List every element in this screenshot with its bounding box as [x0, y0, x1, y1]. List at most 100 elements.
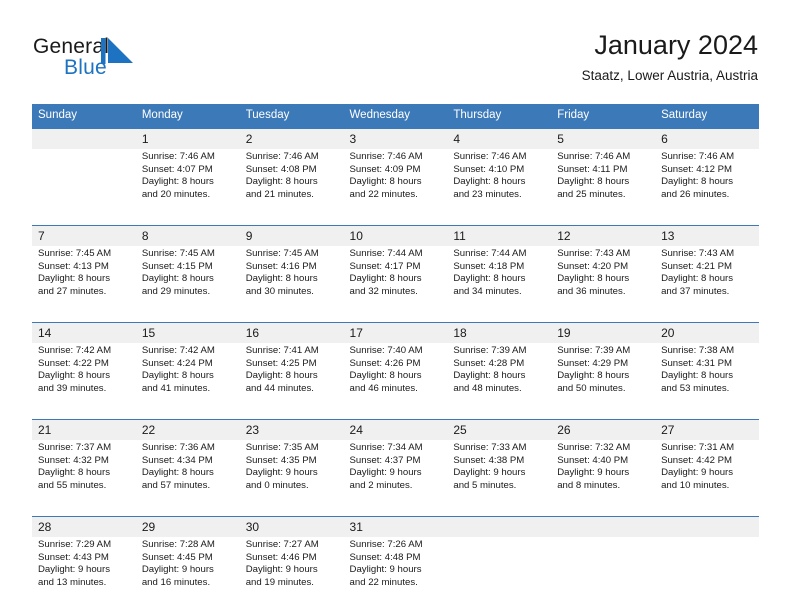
day-detail-cell[interactable]: Sunrise: 7:32 AMSunset: 4:40 PMDaylight:… [551, 440, 655, 517]
day-number-cell[interactable]: 13 [655, 226, 759, 247]
brand-logo[interactable]: General Blue [33, 36, 243, 88]
day-daylight-line1-text: Daylight: 8 hours [350, 176, 444, 189]
day-sunrise-text: Sunrise: 7:39 AM [557, 345, 651, 358]
day-number-cell[interactable]: 25 [447, 420, 551, 441]
day-sunrise-text: Sunrise: 7:46 AM [557, 151, 651, 164]
day-number-cell[interactable]: 22 [136, 420, 240, 441]
day-detail-cell[interactable]: Sunrise: 7:34 AMSunset: 4:37 PMDaylight:… [344, 440, 448, 517]
day-sunset-text: Sunset: 4:25 PM [246, 358, 340, 371]
day-number-cell[interactable]: 30 [240, 517, 344, 538]
day-daylight-line2-text: and 48 minutes. [453, 383, 547, 396]
day-detail-cell[interactable]: Sunrise: 7:36 AMSunset: 4:34 PMDaylight:… [136, 440, 240, 517]
day-number-cell[interactable]: 6 [655, 129, 759, 150]
day-number-cell[interactable]: 16 [240, 323, 344, 344]
day-detail-cell[interactable]: Sunrise: 7:42 AMSunset: 4:24 PMDaylight:… [136, 343, 240, 420]
day-number-cell[interactable]: 9 [240, 226, 344, 247]
calendar-container: Sunday Monday Tuesday Wednesday Thursday… [32, 104, 759, 613]
day-detail-cell[interactable]: Sunrise: 7:46 AMSunset: 4:10 PMDaylight:… [447, 149, 551, 226]
brand-name-general: General [33, 36, 109, 57]
day-detail-cell[interactable]: Sunrise: 7:37 AMSunset: 4:32 PMDaylight:… [32, 440, 136, 517]
day-sunrise-text: Sunrise: 7:42 AM [38, 345, 132, 358]
day-number-cell[interactable]: 3 [344, 129, 448, 150]
day-sunrise-text: Sunrise: 7:46 AM [142, 151, 236, 164]
day-daylight-line2-text: and 8 minutes. [557, 480, 651, 493]
day-number-cell[interactable]: 17 [344, 323, 448, 344]
day-sunset-text: Sunset: 4:18 PM [453, 261, 547, 274]
day-detail-cell[interactable]: Sunrise: 7:42 AMSunset: 4:22 PMDaylight:… [32, 343, 136, 420]
day-detail-cell[interactable]: Sunrise: 7:46 AMSunset: 4:11 PMDaylight:… [551, 149, 655, 226]
day-number-cell[interactable]: 10 [344, 226, 448, 247]
calendar-table: Sunday Monday Tuesday Wednesday Thursday… [32, 104, 759, 613]
day-daylight-line2-text: and 5 minutes. [453, 480, 547, 493]
day-detail-cell[interactable]: Sunrise: 7:31 AMSunset: 4:42 PMDaylight:… [655, 440, 759, 517]
day-detail-cell[interactable]: Sunrise: 7:33 AMSunset: 4:38 PMDaylight:… [447, 440, 551, 517]
day-daylight-line2-text: and 22 minutes. [350, 189, 444, 202]
day-number-cell[interactable]: 23 [240, 420, 344, 441]
day-daylight-line1-text: Daylight: 8 hours [246, 370, 340, 383]
day-detail-cell[interactable]: Sunrise: 7:45 AMSunset: 4:13 PMDaylight:… [32, 246, 136, 323]
day-number-cell[interactable]: 2 [240, 129, 344, 150]
day-detail-cell[interactable]: Sunrise: 7:38 AMSunset: 4:31 PMDaylight:… [655, 343, 759, 420]
day-detail-cell[interactable]: Sunrise: 7:29 AMSunset: 4:43 PMDaylight:… [32, 537, 136, 613]
day-detail-cell[interactable]: Sunrise: 7:45 AMSunset: 4:16 PMDaylight:… [240, 246, 344, 323]
day-detail-cell[interactable]: Sunrise: 7:39 AMSunset: 4:29 PMDaylight:… [551, 343, 655, 420]
day-number-cell[interactable]: 26 [551, 420, 655, 441]
day-sunrise-text: Sunrise: 7:29 AM [38, 539, 132, 552]
day-detail-cell[interactable]: Sunrise: 7:44 AMSunset: 4:18 PMDaylight:… [447, 246, 551, 323]
day-number-cell[interactable]: 14 [32, 323, 136, 344]
day-detail-cell[interactable]: Sunrise: 7:43 AMSunset: 4:21 PMDaylight:… [655, 246, 759, 323]
day-detail-cell[interactable]: Sunrise: 7:26 AMSunset: 4:48 PMDaylight:… [344, 537, 448, 613]
day-sunset-text: Sunset: 4:38 PM [453, 455, 547, 468]
day-daylight-line2-text: and 57 minutes. [142, 480, 236, 493]
day-sunset-text: Sunset: 4:45 PM [142, 552, 236, 565]
day-number-cell[interactable]: 1 [136, 129, 240, 150]
day-daylight-line1-text: Daylight: 8 hours [453, 370, 547, 383]
page-header: General Blue January 2024 Staatz, Lower … [0, 0, 792, 98]
day-number-cell[interactable]: 5 [551, 129, 655, 150]
day-number-cell[interactable]: 15 [136, 323, 240, 344]
day-sunset-text: Sunset: 4:40 PM [557, 455, 651, 468]
day-number-cell[interactable]: 29 [136, 517, 240, 538]
day-detail-cell[interactable]: Sunrise: 7:27 AMSunset: 4:46 PMDaylight:… [240, 537, 344, 613]
day-daylight-line1-text: Daylight: 9 hours [246, 467, 340, 480]
day-sunrise-text: Sunrise: 7:45 AM [38, 248, 132, 261]
day-detail-cell[interactable]: Sunrise: 7:28 AMSunset: 4:45 PMDaylight:… [136, 537, 240, 613]
day-detail-cell[interactable]: Sunrise: 7:44 AMSunset: 4:17 PMDaylight:… [344, 246, 448, 323]
day-detail-cell[interactable]: Sunrise: 7:46 AMSunset: 4:07 PMDaylight:… [136, 149, 240, 226]
day-detail-cell[interactable]: Sunrise: 7:41 AMSunset: 4:25 PMDaylight:… [240, 343, 344, 420]
day-sunset-text: Sunset: 4:29 PM [557, 358, 651, 371]
day-number-cell[interactable]: 27 [655, 420, 759, 441]
day-daylight-line1-text: Daylight: 9 hours [246, 564, 340, 577]
day-daylight-line1-text: Daylight: 9 hours [453, 467, 547, 480]
day-detail-cell[interactable]: Sunrise: 7:39 AMSunset: 4:28 PMDaylight:… [447, 343, 551, 420]
day-detail-cell[interactable]: Sunrise: 7:46 AMSunset: 4:12 PMDaylight:… [655, 149, 759, 226]
day-number-cell[interactable]: 20 [655, 323, 759, 344]
day-number-cell[interactable]: 11 [447, 226, 551, 247]
day-detail-cell[interactable]: Sunrise: 7:45 AMSunset: 4:15 PMDaylight:… [136, 246, 240, 323]
day-number-cell[interactable]: 31 [344, 517, 448, 538]
day-number-cell[interactable]: 24 [344, 420, 448, 441]
day-daylight-line2-text: and 13 minutes. [38, 577, 132, 590]
day-number-cell[interactable]: 4 [447, 129, 551, 150]
day-daylight-line1-text: Daylight: 8 hours [557, 370, 651, 383]
day-number-cell[interactable]: 7 [32, 226, 136, 247]
day-detail-cell[interactable]: Sunrise: 7:46 AMSunset: 4:09 PMDaylight:… [344, 149, 448, 226]
day-number-cell [551, 517, 655, 538]
day-detail-cell[interactable]: Sunrise: 7:43 AMSunset: 4:20 PMDaylight:… [551, 246, 655, 323]
day-number-cell[interactable]: 21 [32, 420, 136, 441]
day-number-cell[interactable]: 28 [32, 517, 136, 538]
day-number-cell[interactable]: 19 [551, 323, 655, 344]
day-sunset-text: Sunset: 4:35 PM [246, 455, 340, 468]
day-number-cell[interactable]: 8 [136, 226, 240, 247]
day-number-cell[interactable]: 18 [447, 323, 551, 344]
day-detail-cell[interactable]: Sunrise: 7:40 AMSunset: 4:26 PMDaylight:… [344, 343, 448, 420]
day-sunrise-text: Sunrise: 7:44 AM [453, 248, 547, 261]
day-sunrise-text: Sunrise: 7:39 AM [453, 345, 547, 358]
day-detail-cell[interactable]: Sunrise: 7:35 AMSunset: 4:35 PMDaylight:… [240, 440, 344, 517]
day-sunrise-text: Sunrise: 7:40 AM [350, 345, 444, 358]
day-daylight-line1-text: Daylight: 9 hours [350, 564, 444, 577]
day-sunrise-text: Sunrise: 7:31 AM [661, 442, 755, 455]
title-block: January 2024 Staatz, Lower Austria, Aust… [582, 30, 758, 84]
day-detail-cell[interactable]: Sunrise: 7:46 AMSunset: 4:08 PMDaylight:… [240, 149, 344, 226]
day-number-cell[interactable]: 12 [551, 226, 655, 247]
